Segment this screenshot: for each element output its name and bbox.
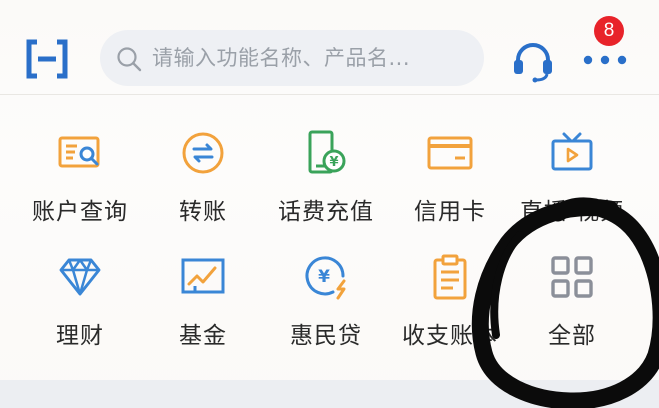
bottom-section-edge	[0, 380, 659, 408]
top-bar: 请输入功能名称、产品名... 8	[0, 0, 659, 92]
grid-label: 直播·视频	[519, 199, 625, 225]
scan-icon	[26, 39, 68, 79]
grid-label: 信用卡	[414, 199, 486, 225]
grid-label: 账户查询	[32, 199, 128, 225]
ledger-icon	[433, 254, 467, 300]
grid-label: 惠民贷	[290, 323, 362, 349]
search-bar[interactable]: 请输入功能名称、产品名...	[100, 30, 484, 86]
transfer-icon	[182, 132, 224, 174]
grid-item-loan[interactable]: ¥ 惠民贷	[261, 254, 391, 364]
scan-button[interactable]	[24, 36, 70, 82]
grid-item-ledger[interactable]: 收支账本	[385, 254, 515, 364]
all-grid-icon	[551, 256, 593, 298]
credit-card-icon	[427, 136, 473, 170]
grid-item-credit-card[interactable]: 信用卡	[385, 130, 515, 240]
grid-label: 转账	[179, 199, 227, 225]
grid-item-wealth[interactable]: 理财	[15, 254, 145, 364]
notification-badge: 8	[594, 16, 624, 46]
svg-text:¥: ¥	[329, 155, 338, 170]
grid-label: 收支账本	[402, 323, 498, 349]
grid-item-all[interactable]: 全部	[507, 254, 637, 364]
grid-item-transfer[interactable]: 转账	[138, 130, 268, 240]
grid-item-live-video[interactable]: 直播·视频	[507, 130, 637, 240]
loan-icon: ¥	[305, 256, 346, 300]
svg-text:¥: ¥	[318, 267, 330, 287]
grid-label: 基金	[179, 323, 227, 349]
grid-label: 全部	[548, 323, 596, 349]
grid-item-phone-recharge[interactable]: ¥ 话费充值	[261, 130, 391, 240]
grid-label: 话费充值	[278, 199, 374, 225]
search-input[interactable]: 请输入功能名称、产品名...	[152, 30, 410, 86]
live-video-icon	[551, 132, 593, 171]
header-divider	[0, 94, 659, 95]
fund-chart-icon	[181, 258, 225, 294]
app-home-screen: 请输入功能名称、产品名... 8 账户查询 转账 ¥ 话费充值 信用卡 直播·视…	[0, 0, 659, 408]
customer-service-button[interactable]	[510, 38, 556, 84]
phone-recharge-icon: ¥	[308, 130, 346, 174]
grid-item-account-query[interactable]: 账户查询	[15, 130, 145, 240]
account-query-icon	[58, 136, 100, 168]
headset-icon	[514, 43, 552, 83]
grid-item-fund[interactable]: 基金	[138, 254, 268, 364]
search-icon	[117, 47, 142, 72]
grid-label: 理财	[56, 323, 104, 349]
wealth-diamond-icon	[59, 258, 101, 296]
